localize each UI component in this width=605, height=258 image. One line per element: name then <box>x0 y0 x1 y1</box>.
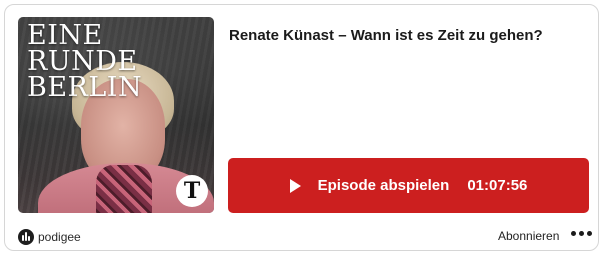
cover-title: EINE RUNDE BERLIN <box>27 20 143 103</box>
podigee-logo-text: podigee <box>38 230 81 244</box>
more-dots-icon[interactable] <box>571 231 592 236</box>
podigee-logo-icon <box>18 229 34 245</box>
episode-title: Renate Künast – Wann ist es Zeit zu gehe… <box>229 27 543 44</box>
play-episode-button[interactable]: Episode abspielen 01:07:56 <box>228 158 589 213</box>
podigee-logo[interactable]: podigee <box>18 229 81 245</box>
episode-duration: 01:07:56 <box>467 177 528 194</box>
podcast-player-card: EINE RUNDE BERLIN T Renate Künast – Wann… <box>4 4 599 251</box>
play-button-label: Episode abspielen <box>317 177 450 194</box>
cover-portrait-scarf <box>96 165 152 213</box>
subscribe-button[interactable]: Abonnieren <box>498 229 559 243</box>
podcast-cover: EINE RUNDE BERLIN T <box>18 17 214 213</box>
publisher-badge-icon: T <box>176 175 208 207</box>
play-icon <box>289 178 301 193</box>
